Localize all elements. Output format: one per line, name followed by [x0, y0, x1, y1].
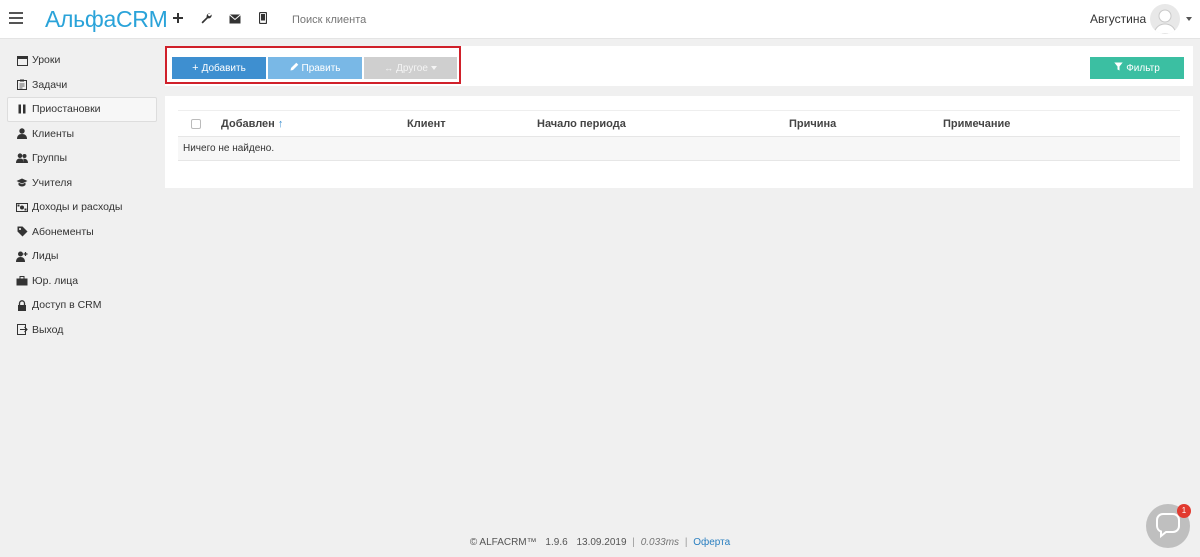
sidebar-item-teachers[interactable]: Учителя [0, 171, 160, 196]
graduation-cap-icon [16, 177, 28, 189]
sort-ascending-icon: ↑ [277, 118, 284, 130]
empty-table-message: Ничего не найдено. [178, 137, 1180, 161]
sidebar-item-leads[interactable]: Лиды [0, 244, 160, 269]
sidebar-item-label: Выход [32, 323, 64, 336]
sidebar-item-label: Лиды [32, 250, 59, 263]
separator: | [632, 537, 635, 548]
sidebar-item-label: Учителя [32, 176, 73, 189]
sidebar-item-label: Доходы и расходы [32, 201, 123, 214]
column-header-added[interactable]: Добавлен ↑ [221, 118, 283, 130]
pencil-icon [290, 62, 299, 74]
other-button[interactable]: ↔ Другое [364, 57, 457, 79]
table-header: Добавлен ↑ Клиент Начало периода Причина … [178, 110, 1180, 137]
chevron-down-icon[interactable] [1186, 17, 1192, 21]
user-name[interactable]: Августина [1090, 12, 1146, 26]
mobile-icon[interactable] [254, 9, 272, 29]
edit-button-label: Править [301, 62, 341, 74]
filter-button[interactable]: Фильтр [1090, 57, 1184, 79]
sidebar-item-label: Уроки [32, 54, 61, 67]
avatar[interactable] [1150, 4, 1180, 34]
sidebar-item-tasks[interactable]: Задачи [0, 73, 160, 98]
tag-icon [16, 226, 28, 238]
sidebar-item-label: Доступ в CRM [32, 299, 102, 312]
sidebar-item-label: Группы [32, 152, 67, 165]
offer-link[interactable]: Оферта [693, 537, 730, 548]
suspensions-table: Добавлен ↑ Клиент Начало периода Причина … [178, 110, 1180, 161]
chevron-down-icon [430, 66, 437, 70]
sidebar-item-crm-access[interactable]: Доступ в CRM [0, 293, 160, 318]
column-header-client[interactable]: Клиент [407, 118, 446, 130]
sidebar-item-label: Приостановки [32, 103, 101, 116]
column-header-reason[interactable]: Причина [789, 118, 836, 130]
user-plus-icon [16, 250, 28, 262]
sidebar-item-label: Юр. лица [32, 274, 79, 287]
search-input[interactable] [288, 10, 488, 30]
other-button-label: Другое [396, 62, 428, 74]
sidebar-item-groups[interactable]: Группы [0, 146, 160, 171]
wrench-icon[interactable] [197, 9, 215, 29]
sidebar-item-suspensions[interactable]: Приостановки [7, 97, 157, 122]
briefcase-icon [16, 275, 28, 287]
add-button-label: Добавить [201, 62, 246, 74]
lock-icon [16, 299, 28, 311]
calendar-icon [16, 54, 28, 66]
footer: © ALFACRM™ 1.9.6 13.09.2019 | 0.033ms | … [0, 537, 1200, 548]
sidebar-item-lessons[interactable]: Уроки [0, 48, 160, 73]
plus-icon[interactable] [169, 9, 187, 29]
select-all-checkbox[interactable] [191, 119, 201, 129]
version: 1.9.6 [545, 537, 568, 548]
column-header-period-start[interactable]: Начало периода [537, 118, 626, 130]
render-time: 0.033ms [640, 537, 680, 548]
filter-icon [1114, 62, 1123, 74]
sidebar-item-logout[interactable]: Выход [0, 318, 160, 343]
sidebar-item-legal-entities[interactable]: Юр. лица [0, 269, 160, 294]
envelope-icon[interactable] [226, 9, 244, 29]
sign-out-icon [16, 324, 28, 336]
logo[interactable]: АльфаCRM [45, 6, 168, 33]
sidebar-item-clients[interactable]: Клиенты [0, 122, 160, 147]
separator: | [684, 537, 688, 548]
edit-button[interactable]: Править [268, 57, 362, 79]
clipboard-icon [16, 79, 28, 91]
filter-button-label: Фильтр [1126, 62, 1160, 74]
sidebar-item-label: Клиенты [32, 127, 75, 140]
pause-icon [16, 103, 28, 115]
chat-badge: 1 [1177, 504, 1191, 518]
sidebar-item-subscriptions[interactable]: Абонементы [0, 220, 160, 245]
copyright: © ALFACRM™ [469, 537, 537, 548]
sidebar-item-label: Абонементы [32, 225, 94, 238]
release-date: 13.09.2019 [576, 537, 627, 548]
money-icon [16, 201, 28, 213]
arrows-horizontal-icon: ↔ [384, 63, 394, 73]
column-header-note[interactable]: Примечание [943, 118, 1010, 130]
sidebar-item-label: Задачи [32, 78, 68, 91]
sidebar-item-finances[interactable]: Доходы и расходы [0, 195, 160, 220]
menu-icon[interactable] [9, 12, 23, 24]
user-icon [16, 128, 28, 140]
top-bar: АльфаCRM Августина [0, 0, 1200, 39]
add-button[interactable]: + Добавить [172, 57, 266, 79]
plus-icon: + [192, 62, 199, 74]
users-icon [16, 152, 28, 164]
sidebar: Уроки Задачи Приостановки Клиенты Группы… [0, 48, 160, 342]
